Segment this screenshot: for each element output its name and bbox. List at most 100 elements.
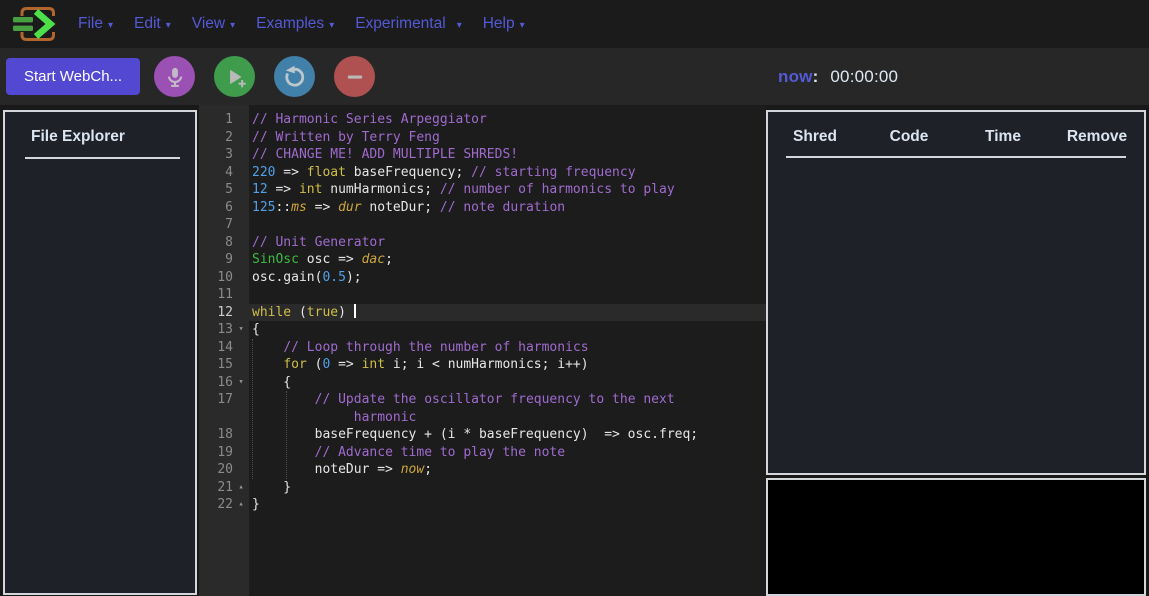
replace-shred-button[interactable] [274, 56, 315, 97]
line-number-gutter: 7 [199, 216, 249, 234]
line-number: 12 [199, 304, 233, 322]
fold-marker-icon[interactable]: ▾ [233, 374, 249, 392]
code-line[interactable]: 11 [199, 286, 766, 304]
line-number-gutter: 1 [199, 111, 249, 129]
line-number-gutter: 22▴ [199, 496, 249, 514]
shred-table-header-remove: Remove [1050, 128, 1144, 146]
code-line[interactable]: 6125::ms => dur noteDur; // note duratio… [199, 199, 766, 217]
code-line[interactable]: 21▴ } [199, 479, 766, 497]
chevron-down-icon: ▾ [108, 20, 113, 31]
fold-marker-icon[interactable]: ▾ [233, 321, 249, 339]
line-number: 1 [199, 111, 233, 129]
code-line[interactable]: 17 // Update the oscillator frequency to… [199, 391, 766, 426]
line-number: 16 [199, 374, 233, 392]
line-number: 4 [199, 164, 233, 182]
line-number: 19 [199, 444, 233, 462]
chevron-down-icon: ▾ [230, 20, 235, 31]
line-number-gutter: 19 [199, 444, 249, 462]
code-line[interactable]: 18 baseFrequency + (i * baseFrequency) =… [199, 426, 766, 444]
line-number-gutter: 5 [199, 181, 249, 199]
line-number: 20 [199, 461, 233, 479]
toolbar: Start WebCh... [0, 48, 1149, 105]
console-panel [766, 478, 1146, 596]
line-number: 8 [199, 234, 233, 252]
line-number-gutter: 3 [199, 146, 249, 164]
line-number-gutter: 4 [199, 164, 249, 182]
code-line[interactable]: 20 noteDur => now; [199, 461, 766, 479]
start-webchuck-button[interactable]: Start WebCh... [6, 58, 140, 95]
line-number: 14 [199, 339, 233, 357]
line-number-gutter: 6 [199, 199, 249, 217]
line-number-gutter: 2 [199, 129, 249, 147]
menu-view[interactable]: View ▾ [192, 15, 235, 33]
code-editor[interactable]: 1// Harmonic Series Arpeggiator2// Writt… [199, 105, 766, 596]
line-number-gutter: 9 [199, 251, 249, 269]
menu-label: File [78, 15, 103, 33]
microphone-icon [162, 64, 188, 90]
menu-bar: File▾Edit▾View▾Examples▾Experimental▾Hel… [78, 15, 525, 33]
code-line[interactable]: 15 for (0 => int i; i < numHarmonics; i+… [199, 356, 766, 374]
play-button[interactable] [214, 56, 255, 97]
replace-shred-icon [281, 63, 308, 90]
line-number-gutter: 18 [199, 426, 249, 444]
webchuck-ide: File▾Edit▾View▾Examples▾Experimental▾Hel… [0, 0, 1149, 596]
code-line[interactable]: 3// CHANGE ME! ADD MULTIPLE SHREDS! [199, 146, 766, 164]
code-line[interactable]: 16▾ { [199, 374, 766, 392]
shred-table-header-code: Code [862, 128, 956, 146]
line-number-gutter: 20 [199, 461, 249, 479]
menu-label: Experimental [355, 15, 445, 33]
divider [786, 156, 1126, 158]
menu-experimental[interactable]: Experimental ▾ [355, 15, 462, 33]
now-label: now [778, 67, 813, 86]
line-number-gutter: 15 [199, 356, 249, 374]
code-line[interactable]: 14 // Loop through the number of harmoni… [199, 339, 766, 357]
remove-shred-minus-icon [342, 64, 368, 90]
line-number: 17 [199, 391, 233, 409]
now-value: 00:00:00 [830, 67, 898, 86]
menu-file[interactable]: File ▾ [78, 15, 113, 33]
code-line[interactable]: 512 => int numHarmonics; // number of ha… [199, 181, 766, 199]
chevron-down-icon: ▾ [166, 20, 171, 31]
line-number: 9 [199, 251, 233, 269]
line-number: 22 [199, 496, 233, 514]
chevron-down-icon: ▾ [520, 20, 525, 31]
chevron-down-icon: ▾ [457, 20, 462, 31]
menu-examples[interactable]: Examples▾ [256, 15, 334, 33]
shred-table-header-shred: Shred [768, 128, 862, 146]
menu-help[interactable]: Help ▾ [483, 15, 525, 33]
line-number: 15 [199, 356, 233, 374]
menu-label: Help [483, 15, 515, 33]
code-line[interactable]: 22▴} [199, 496, 766, 514]
line-number-gutter: 16▾ [199, 374, 249, 392]
code-lines: 1// Harmonic Series Arpeggiator2// Writt… [199, 105, 766, 514]
line-number-gutter: 12 [199, 304, 249, 322]
line-number-gutter: 8 [199, 234, 249, 252]
code-line[interactable]: 13▾{ [199, 321, 766, 339]
now-separator: : [813, 67, 819, 86]
code-line[interactable]: 7 [199, 216, 766, 234]
chevron-down-icon: ▾ [329, 20, 334, 31]
file-explorer-panel: File Explorer [3, 110, 197, 595]
line-number-gutter: 11 [199, 286, 249, 304]
line-number: 6 [199, 199, 233, 217]
fold-marker-icon[interactable]: ▴ [233, 479, 249, 497]
mic-button[interactable] [154, 56, 195, 97]
line-number: 21 [199, 479, 233, 497]
chuck-time-display: now: 00:00:00 [778, 67, 898, 87]
code-line[interactable]: 9SinOsc osc => dac; [199, 251, 766, 269]
menu-label: View [192, 15, 225, 33]
line-number-gutter: 10 [199, 269, 249, 287]
remove-shred-button[interactable] [334, 56, 375, 97]
code-line[interactable]: 19 // Advance time to play the note [199, 444, 766, 462]
code-line[interactable]: 8// Unit Generator [199, 234, 766, 252]
code-line[interactable]: 2// Written by Terry Feng [199, 129, 766, 147]
menu-label: Edit [134, 15, 161, 33]
fold-marker-icon[interactable]: ▴ [233, 496, 249, 514]
code-line[interactable]: 10osc.gain(0.5); [199, 269, 766, 287]
code-line[interactable]: 12while (true) [199, 304, 766, 322]
shred-table-panel: ShredCodeTimeRemove [766, 110, 1146, 475]
code-line[interactable]: 1// Harmonic Series Arpeggiator [199, 111, 766, 129]
file-explorer-title: File Explorer [5, 112, 195, 146]
code-line[interactable]: 4220 => float baseFrequency; // starting… [199, 164, 766, 182]
menu-edit[interactable]: Edit ▾ [134, 15, 171, 33]
